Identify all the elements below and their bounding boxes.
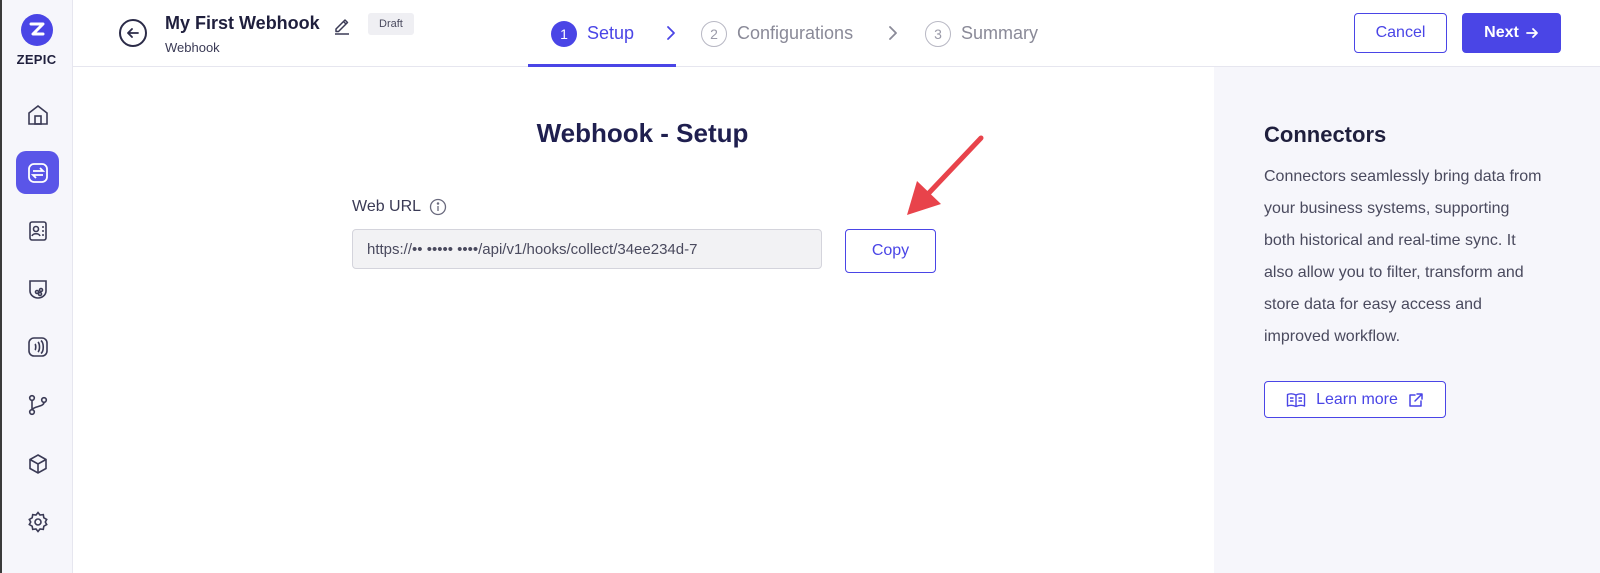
- step-configurations[interactable]: 2 Configurations: [701, 0, 853, 67]
- sidebar-item-flows[interactable]: [16, 383, 59, 426]
- step-label: Setup: [587, 23, 635, 43]
- chevron-right-icon: [667, 26, 675, 40]
- web-url-input[interactable]: [352, 229, 822, 269]
- info-icon[interactable]: [429, 198, 447, 216]
- broadcast-icon: [27, 336, 48, 357]
- active-step-indicator: [528, 64, 676, 67]
- app-root: ZEPIC My First Webhook Draft Webhook 1 S…: [0, 0, 1600, 573]
- edit-pencil-icon[interactable]: [332, 15, 352, 35]
- book-icon: [1286, 392, 1306, 407]
- top-header: My First Webhook Draft Webhook 1 Setup 2…: [73, 0, 1600, 67]
- external-link-icon: [1409, 392, 1423, 407]
- page-title: My First Webhook: [165, 13, 320, 33]
- package-icon: [28, 453, 47, 474]
- brand-logo[interactable]: ZEPIC: [0, 14, 73, 67]
- copy-button[interactable]: Copy: [845, 229, 936, 273]
- status-badge: Draft: [368, 13, 414, 35]
- segments-icon: [28, 279, 47, 299]
- sidebar-item-broadcast[interactable]: [16, 325, 59, 368]
- step-setup[interactable]: 1 Setup: [551, 0, 634, 67]
- learn-more-label: Learn more: [1316, 390, 1398, 408]
- panel-description: Connectors seamlessly bring data from yo…: [1264, 168, 1542, 345]
- sidebar-item-integrations[interactable]: [16, 151, 59, 194]
- sidebar-item-home[interactable]: [16, 93, 59, 136]
- connectors-info-panel: Connectors Connectors seamlessly bring d…: [1214, 67, 1600, 573]
- annotation-arrow-icon: [907, 135, 984, 215]
- sidebar-item-segments[interactable]: [16, 267, 59, 310]
- step-label: Configurations: [737, 23, 854, 43]
- next-button-label: Next: [1484, 24, 1519, 41]
- left-nav-rail: ZEPIC: [0, 0, 73, 573]
- brand-name: ZEPIC: [16, 52, 57, 67]
- chevron-right-icon: [889, 26, 897, 40]
- step-number: 2: [701, 20, 727, 47]
- next-button[interactable]: Next: [1462, 13, 1561, 53]
- learn-more-button[interactable]: Learn more: [1264, 381, 1446, 418]
- cancel-button[interactable]: Cancel: [1354, 13, 1447, 53]
- section-title: Webhook - Setup: [536, 118, 749, 148]
- step-summary[interactable]: 3 Summary: [925, 0, 1038, 67]
- arrow-left-icon: [127, 28, 139, 38]
- zepic-logo-icon: [20, 14, 53, 46]
- integrations-icon: [27, 162, 48, 183]
- sidebar-item-contacts[interactable]: [16, 209, 59, 252]
- back-button[interactable]: [119, 19, 147, 47]
- contacts-icon: [28, 220, 47, 241]
- web-url-label: Web URL: [352, 198, 447, 216]
- sidebar-item-products[interactable]: [16, 442, 59, 485]
- settings-icon: [27, 510, 48, 533]
- step-label: Summary: [961, 23, 1039, 43]
- flows-icon: [28, 394, 47, 415]
- panel-title: Connectors: [1264, 122, 1387, 147]
- step-number: 1: [551, 20, 577, 47]
- sidebar-item-settings[interactable]: [16, 500, 59, 543]
- arrow-right-icon: [1525, 28, 1538, 38]
- field-label-text: Web URL: [352, 198, 422, 215]
- home-icon: [27, 104, 48, 125]
- step-number: 3: [925, 20, 951, 47]
- page-subtitle: Webhook: [165, 40, 220, 55]
